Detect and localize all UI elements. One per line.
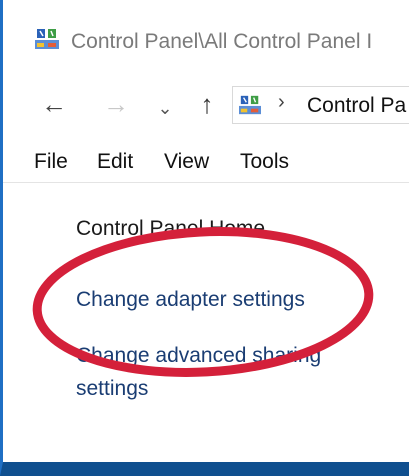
address-bar[interactable]: › Control Pa (232, 86, 409, 124)
control-panel-icon (35, 29, 59, 49)
menu-edit[interactable]: Edit (97, 150, 133, 174)
menu-file[interactable]: File (34, 150, 68, 174)
title-bar[interactable]: Control Panel\All Control Panel I (3, 0, 409, 86)
address-breadcrumb[interactable]: Control Pa (307, 94, 406, 118)
menu-view[interactable]: View (164, 150, 209, 174)
window-title: Control Panel\All Control Panel I (71, 30, 373, 53)
change-adapter-settings-link[interactable]: Change adapter settings (76, 288, 305, 312)
control-panel-icon (239, 95, 261, 115)
window-frame: Control Panel\All Control Panel I ← → ⌄ … (0, 0, 409, 476)
forward-arrow-icon[interactable]: → (99, 88, 133, 120)
change-advanced-sharing-link[interactable]: Change advanced sharing settings (76, 339, 376, 405)
left-task-pane: Control Panel Home Change adapter settin… (3, 183, 409, 462)
chevron-down-icon[interactable]: ⌄ (155, 92, 175, 124)
chevron-right-icon[interactable]: › (278, 91, 285, 114)
menu-bar: File Edit View Tools (3, 148, 409, 178)
navigation-bar: ← → ⌄ ↑ › Control Pa (3, 86, 409, 132)
back-arrow-icon[interactable]: ← (37, 88, 71, 120)
control-panel-home-link[interactable]: Control Panel Home (76, 217, 265, 241)
up-arrow-icon[interactable]: ↑ (193, 88, 221, 120)
menu-tools[interactable]: Tools (240, 150, 289, 174)
